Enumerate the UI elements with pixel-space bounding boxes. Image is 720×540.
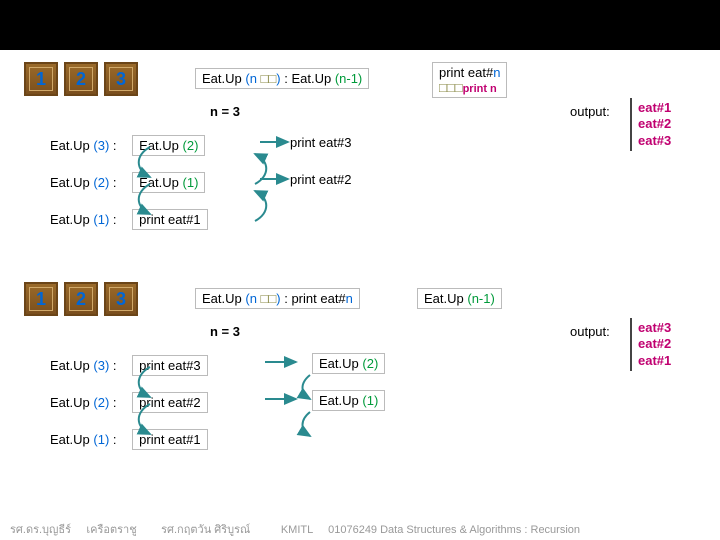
call-top-2: Eat.Up (2) : Eat.Up (1) bbox=[50, 172, 205, 193]
block-row-bottom: 1 2 3 bbox=[24, 282, 138, 316]
footer-author1b: เครือตราชู bbox=[86, 524, 136, 536]
block-3: 3 bbox=[104, 62, 138, 96]
call-top-3-print: print eat#3 bbox=[290, 135, 351, 150]
call-top-3-box: Eat.Up (2) bbox=[132, 135, 205, 156]
call-bot-3-print: print eat#3 bbox=[132, 355, 207, 376]
output-top: eat#1 eat#2 eat#3 bbox=[630, 98, 677, 151]
defb-rec-prefix: Eat.Up bbox=[424, 291, 467, 306]
call-bot-2: Eat.Up (2) : print eat#2 bbox=[50, 392, 208, 413]
printbox-l2b: print n bbox=[463, 83, 497, 95]
defb-colon: : bbox=[281, 291, 292, 306]
def-colon: : bbox=[281, 71, 292, 86]
defb-rec-arg: (n-1) bbox=[467, 291, 494, 306]
output-bottom: eat#3 eat#2 eat#1 bbox=[630, 318, 677, 371]
block-3b: 3 bbox=[104, 282, 138, 316]
footer-author2: รศ.กฤตวัน ศิริบูรณ์ bbox=[161, 524, 250, 536]
call-top-2-print: print eat#2 bbox=[290, 172, 351, 187]
printbox-l2a: □□□ bbox=[439, 80, 463, 95]
call-bot-2-box: Eat.Up (1) bbox=[312, 390, 385, 411]
footer-author1: รศ.ดร.บุญธีร์ bbox=[10, 524, 71, 536]
defb-prefix: Eat.Up bbox=[202, 291, 245, 306]
block-1b: 1 bbox=[24, 282, 58, 316]
call-top-2-box: Eat.Up (1) bbox=[132, 172, 205, 193]
block-2: 2 bbox=[64, 62, 98, 96]
block-1: 1 bbox=[24, 62, 58, 96]
def-top: Eat.Up (n □□) : Eat.Up (n-1) bbox=[195, 68, 369, 89]
printbox-top: print eat#n □□□print n bbox=[432, 62, 507, 98]
def-bottom: Eat.Up (n □□) : print eat#n bbox=[195, 288, 360, 309]
n-equals-3-top: n = 3 bbox=[210, 104, 240, 119]
def-rec-prefix: Eat.Up bbox=[291, 71, 334, 86]
call-top-1-base: print eat#1 bbox=[132, 209, 207, 230]
footer: รศ.ดร.บุญธีร์ เครือตราชู รศ.กฤตวัน ศิริบ… bbox=[10, 520, 710, 538]
printbox-l1b: n bbox=[493, 65, 500, 80]
call-bot-3-box: Eat.Up (2) bbox=[312, 353, 385, 374]
n-equals-3-bottom: n = 3 bbox=[210, 324, 240, 339]
call-bot-3: Eat.Up (3) : print eat#3 bbox=[50, 355, 208, 376]
call-bot-2-print: print eat#2 bbox=[132, 392, 207, 413]
output-label-top: output: bbox=[570, 104, 610, 119]
defb-printb: n bbox=[346, 291, 353, 306]
call-bot-1-base: print eat#1 bbox=[132, 429, 207, 450]
call-bot-1: Eat.Up (1) : print eat#1 bbox=[50, 429, 208, 450]
call-top-1: Eat.Up (1) : print eat#1 bbox=[50, 209, 208, 230]
def-rec-arg: (n-1) bbox=[335, 71, 362, 86]
call-top-3: Eat.Up (3) : Eat.Up (2) bbox=[50, 135, 205, 156]
block-2b: 2 bbox=[64, 282, 98, 316]
footer-course: 01076249 Data Structures & Algorithms : … bbox=[328, 524, 580, 536]
def-n: n bbox=[250, 71, 257, 86]
def-prefix: Eat.Up bbox=[202, 71, 245, 86]
def-bottom-rec: Eat.Up (n-1) bbox=[417, 288, 502, 309]
footer-kmitl: KMITL bbox=[281, 524, 313, 536]
defb-n: n bbox=[250, 291, 257, 306]
defb-printa: print eat# bbox=[291, 291, 345, 306]
defb-sq: □□ bbox=[257, 291, 276, 306]
output-label-bottom: output: bbox=[570, 324, 610, 339]
block-row-top: 1 2 3 bbox=[24, 62, 138, 96]
def-sq: □□ bbox=[257, 71, 276, 86]
printbox-l1a: print eat# bbox=[439, 65, 493, 80]
